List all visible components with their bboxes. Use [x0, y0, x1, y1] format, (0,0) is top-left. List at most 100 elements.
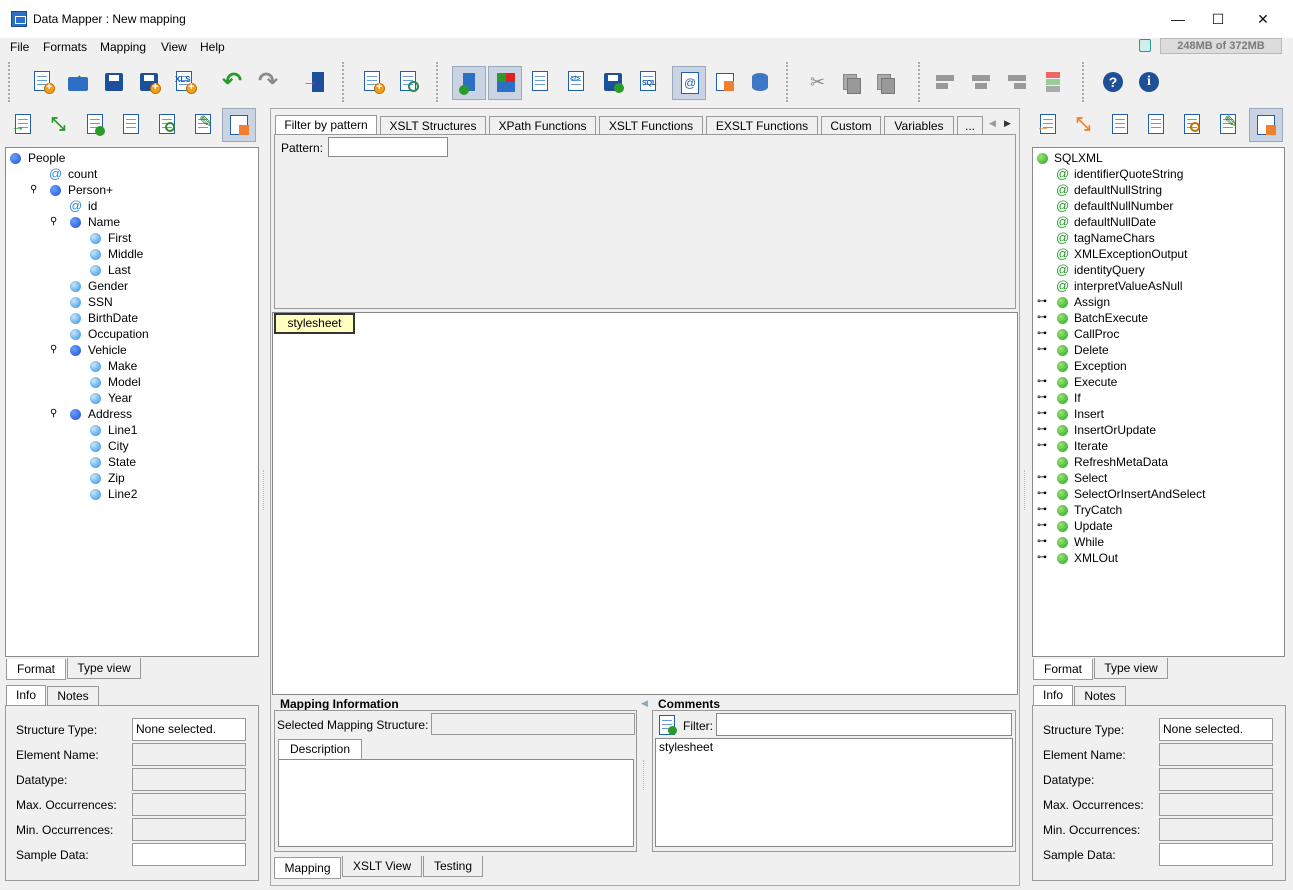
tree-node[interactable]: ⊶ Update	[1033, 518, 1283, 534]
function-tab[interactable]: XSLT Functions	[599, 116, 703, 136]
expand-toggle-icon[interactable]: ⊶	[1037, 409, 1047, 419]
tree-node[interactable]: ⚲ Address	[6, 406, 256, 422]
export-xls-icon[interactable]: XLS	[172, 69, 198, 95]
target-find-icon[interactable]: ⤡	[1072, 112, 1098, 138]
tree-node[interactable]: First	[6, 230, 256, 246]
tree-node[interactable]: City	[6, 438, 256, 454]
description-tab[interactable]: Description	[278, 739, 362, 760]
expand-toggle-icon[interactable]: ⊶	[1037, 441, 1047, 451]
tree-node[interactable]: Year	[6, 390, 256, 406]
left-splitter[interactable]	[263, 470, 266, 510]
tree-node[interactable]: Occupation	[6, 326, 256, 342]
menu-help[interactable]: Help	[200, 40, 225, 54]
tab-testing[interactable]: Testing	[423, 856, 483, 877]
tree-node[interactable]: ⚲ Vehicle	[6, 342, 256, 358]
expand-toggle-icon[interactable]: ⚲	[50, 409, 57, 419]
format-doc-icon[interactable]	[83, 112, 109, 138]
new-mapping-icon[interactable]	[30, 69, 56, 95]
function-tab[interactable]: ...	[957, 116, 983, 136]
tree-node[interactable]: ⊶ If	[1033, 390, 1283, 406]
tree-node[interactable]: @ identifierQuoteString	[1033, 166, 1283, 182]
comments-list-item[interactable]: stylesheet	[659, 740, 713, 754]
tree-node[interactable]: ⊶ While	[1033, 534, 1283, 550]
xml-attr-icon[interactable]: @	[672, 66, 706, 100]
tree-view-icon[interactable]	[222, 108, 256, 142]
function-tab[interactable]: XPath Functions	[489, 116, 596, 136]
tree-node[interactable]: SSN	[6, 294, 256, 310]
align-center-icon[interactable]	[968, 69, 994, 95]
tree-node[interactable]: Line2	[6, 486, 256, 502]
info-view-icon[interactable]	[452, 66, 486, 100]
target-tree-view-icon[interactable]	[1249, 108, 1283, 142]
right-sample-data-field[interactable]	[1159, 843, 1273, 866]
tree-node[interactable]: People	[6, 150, 256, 166]
sql-icon[interactable]: SQL	[636, 69, 662, 95]
table-view-icon[interactable]	[712, 69, 738, 95]
expand-toggle-icon[interactable]: ⊶	[1037, 313, 1047, 323]
help-icon[interactable]: ?	[1100, 69, 1126, 95]
open-icon[interactable]: ↑	[65, 69, 91, 95]
function-tab[interactable]: Custom	[821, 116, 881, 136]
left-sample-data-field[interactable]	[132, 843, 246, 866]
expand-toggle-icon[interactable]: ⊶	[1037, 377, 1047, 387]
tree-node[interactable]: @ id	[6, 198, 256, 214]
tree-node[interactable]: @ defaultNullDate	[1033, 214, 1283, 230]
checklist-icon[interactable]	[528, 69, 554, 95]
redo-icon[interactable]: ↷	[256, 68, 282, 95]
mapping-canvas[interactable]	[272, 312, 1018, 695]
tree-node[interactable]: ⊶ BatchExecute	[1033, 310, 1283, 326]
left-tab-format[interactable]: Format	[6, 659, 66, 680]
tree-node[interactable]: Make	[6, 358, 256, 374]
database-icon[interactable]	[746, 69, 772, 95]
right-tab-format[interactable]: Format	[1033, 659, 1093, 680]
cut-icon[interactable]: ✂	[804, 69, 830, 95]
target-edit-icon[interactable]: ✎	[1216, 112, 1242, 138]
target-list-icon[interactable]	[1144, 112, 1170, 138]
format-settings-icon[interactable]	[396, 69, 422, 95]
tree-node[interactable]: @ count	[6, 166, 256, 182]
tree-node[interactable]: Last	[6, 262, 256, 278]
tree-node[interactable]: RefreshMetaData	[1033, 454, 1283, 470]
about-icon[interactable]: i	[1136, 69, 1162, 95]
expand-toggle-icon[interactable]: ⚲	[50, 345, 57, 355]
color-view-icon[interactable]	[488, 66, 522, 100]
tab-mapping[interactable]: Mapping	[274, 857, 341, 879]
menu-formats[interactable]: Formats	[43, 40, 87, 54]
left-tab-type-view[interactable]: Type view	[67, 658, 141, 679]
target-search-icon[interactable]	[1180, 112, 1206, 138]
tree-node[interactable]: Zip	[6, 470, 256, 486]
splitter-arrow-left-icon[interactable]: ◀	[641, 698, 648, 709]
left-tab-notes[interactable]: Notes	[47, 686, 99, 706]
search-icon[interactable]	[155, 112, 181, 138]
import-format-icon[interactable]: →	[11, 112, 37, 138]
expand-toggle-icon[interactable]: ⊶	[1037, 505, 1047, 515]
tree-node[interactable]: Gender	[6, 278, 256, 294]
expand-toggle-icon[interactable]: ⚲	[50, 217, 57, 227]
expand-toggle-icon[interactable]: ⊶	[1037, 345, 1047, 355]
function-tab[interactable]: XSLT Structures	[380, 116, 486, 136]
tree-node[interactable]: Exception	[1033, 358, 1283, 374]
tree-node[interactable]: @ identityQuery	[1033, 262, 1283, 278]
menu-mapping[interactable]: Mapping	[100, 40, 146, 54]
format-list-icon[interactable]	[119, 112, 145, 138]
xml-source-icon[interactable]: </>	[564, 69, 590, 95]
right-structure-tree[interactable]: SQLXML @ identifierQuoteString @ defaultNull…	[1032, 147, 1285, 657]
undo-icon[interactable]: ↶	[220, 68, 246, 95]
tree-node[interactable]: ⚲ Name	[6, 214, 256, 230]
tree-node[interactable]: @ tagNameChars	[1033, 230, 1283, 246]
tree-node[interactable]: ⊶ Iterate	[1033, 438, 1283, 454]
target-doc-icon[interactable]	[1108, 112, 1134, 138]
pattern-input[interactable]	[328, 137, 448, 157]
tree-node[interactable]: ⊶ Execute	[1033, 374, 1283, 390]
align-right-icon[interactable]	[1004, 69, 1030, 95]
function-tab[interactable]: Filter by pattern	[275, 115, 377, 136]
left-structure-tree[interactable]: People @ count ⚲ Person+ @ id ⚲ Name First Middle L…	[5, 147, 259, 657]
menu-view[interactable]: View	[161, 40, 187, 54]
tab-scroll-left-icon[interactable]: ◀	[989, 118, 996, 129]
expand-toggle-icon[interactable]: ⊶	[1037, 329, 1047, 339]
tree-node[interactable]: ⊶ Insert	[1033, 406, 1283, 422]
expand-toggle-icon[interactable]: ⊶	[1037, 473, 1047, 483]
tree-node[interactable]: @ defaultNullNumber	[1033, 198, 1283, 214]
center-splitter[interactable]	[643, 760, 646, 790]
tree-node[interactable]: BirthDate	[6, 310, 256, 326]
